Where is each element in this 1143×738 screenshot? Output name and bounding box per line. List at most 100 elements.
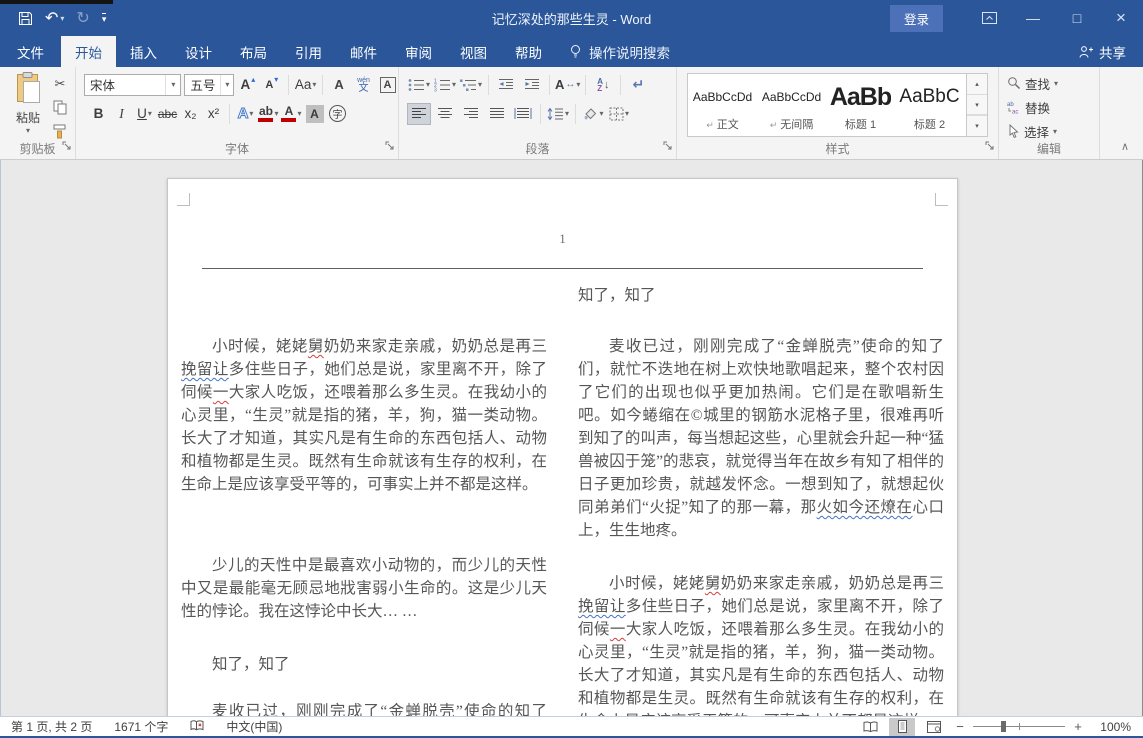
find-dropdown-icon: ▾	[1054, 79, 1058, 88]
subscript-button[interactable]: x₂	[180, 103, 201, 125]
styles-dialog-launcher[interactable]	[985, 139, 995, 154]
align-right-button[interactable]	[459, 103, 483, 125]
borders-button[interactable]: ▾	[607, 103, 631, 125]
distribute-button[interactable]	[511, 103, 535, 125]
paste-button[interactable]: 粘贴 ▾	[6, 72, 50, 135]
zoom-in-button[interactable]: +	[1071, 719, 1085, 734]
tab-layout[interactable]: 布局	[226, 36, 281, 67]
zoom-slider-thumb[interactable]	[1001, 721, 1006, 732]
language-indicator[interactable]: 中文(中国)	[215, 718, 293, 735]
web-layout-button[interactable]	[921, 718, 947, 736]
strikethrough-button[interactable]: abc	[157, 103, 178, 125]
tab-home[interactable]: 开始	[61, 36, 116, 67]
format-painter-button[interactable]	[50, 123, 70, 140]
proofing-status[interactable]	[179, 719, 215, 735]
font-size-combobox[interactable]: 五号 ▾	[184, 74, 234, 96]
title-bar: ↶▾ ↻ ▾ 记忆深处的那些生灵 - Word 登录 — □ ×	[0, 0, 1143, 36]
styles-scroll-up-button[interactable]: ▴	[967, 74, 987, 95]
align-left-button[interactable]	[407, 103, 431, 125]
tab-help[interactable]: 帮助	[501, 36, 556, 67]
paragraph-dialog-launcher[interactable]	[663, 139, 673, 154]
sign-in-button[interactable]: 登录	[890, 5, 943, 32]
justify-button[interactable]	[485, 103, 509, 125]
find-button[interactable]: 查找 ▾	[999, 72, 1099, 94]
cut-button[interactable]: ✂	[50, 75, 70, 92]
font-dialog-launcher[interactable]	[385, 139, 395, 154]
page-indicator[interactable]: 第 1 页, 共 2 页	[0, 718, 103, 735]
replace-button[interactable]: abac 替换	[999, 96, 1099, 118]
decrease-indent-button[interactable]	[494, 74, 518, 96]
undo-dropdown-icon: ▾	[60, 14, 64, 23]
show-hide-marks-button[interactable]: ↵	[626, 74, 650, 96]
bold-button[interactable]: B	[88, 103, 109, 125]
increase-indent-button[interactable]	[520, 74, 544, 96]
superscript-button[interactable]: x²	[203, 103, 224, 125]
grow-font-button[interactable]: A▴	[237, 74, 258, 96]
style-heading-1[interactable]: AaBb 标题 1	[826, 74, 895, 136]
tab-design[interactable]: 设计	[171, 36, 226, 67]
highlight-dropdown-icon: ▾	[274, 109, 278, 118]
tab-view[interactable]: 视图	[446, 36, 501, 67]
collapse-ribbon-button[interactable]: ∧	[1121, 140, 1129, 153]
bullets-button[interactable]: ▾	[407, 74, 431, 96]
character-border-button[interactable]: A	[377, 74, 398, 96]
change-case-button[interactable]: Aa▾	[295, 74, 316, 96]
numbering-button[interactable]: 123 ▾	[433, 74, 457, 96]
style-normal[interactable]: AaBbCcDd ↵ 正文	[688, 74, 757, 136]
tell-me-search[interactable]: 操作说明搜索	[556, 36, 683, 67]
share-button[interactable]: 共享	[1062, 36, 1143, 67]
zoom-out-button[interactable]: −	[953, 719, 967, 734]
editing-group: 查找 ▾ abac 替换 选择 ▾ 编辑	[999, 67, 1100, 159]
enclose-characters-button[interactable]: 字	[327, 103, 348, 125]
tab-review[interactable]: 审阅	[391, 36, 446, 67]
ribbon-filler: ∧	[1100, 67, 1143, 159]
find-label: 查找	[1025, 74, 1050, 93]
font-name-combobox[interactable]: 宋体 ▾	[84, 74, 181, 96]
align-center-button[interactable]	[433, 103, 457, 125]
font-color-button[interactable]: A▾	[281, 103, 302, 125]
print-layout-button[interactable]	[889, 718, 915, 736]
clipboard-dialog-launcher[interactable]	[62, 139, 72, 154]
highlight-button[interactable]: ab▾	[258, 103, 279, 125]
tab-references[interactable]: 引用	[281, 36, 336, 67]
tab-insert[interactable]: 插入	[116, 36, 171, 67]
read-mode-button[interactable]	[857, 718, 883, 736]
character-shading-button[interactable]: A	[304, 103, 325, 125]
styles-more-button[interactable]: ▾	[967, 115, 987, 136]
highlight-icon: ab	[258, 106, 273, 122]
styles-scroll-down-button[interactable]: ▾	[967, 95, 987, 116]
asian-layout-button[interactable]: A↔▾	[555, 74, 580, 96]
maximize-button[interactable]: □	[1055, 0, 1099, 36]
tab-file[interactable]: 文件	[0, 36, 61, 67]
close-button[interactable]: ×	[1099, 0, 1143, 36]
phonetic-guide-button[interactable]: wén文	[353, 74, 374, 96]
italic-button[interactable]: I	[111, 103, 132, 125]
shading-button[interactable]: ▾	[581, 103, 605, 125]
text-effects-button[interactable]: A▾	[235, 103, 256, 125]
right-column: 知了，知了 麦收已过，刚刚完成了“金蝉脱壳”使命的知了们，就忙不迭地在树上欢快地…	[578, 284, 944, 716]
copy-button[interactable]	[50, 99, 70, 116]
ribbon-display-options-button[interactable]	[967, 0, 1011, 36]
style-heading-2[interactable]: AaBbC 标题 2	[895, 74, 964, 136]
redo-button[interactable]: ↻	[76, 7, 89, 29]
select-button[interactable]: 选择 ▾	[999, 120, 1099, 142]
line-spacing-button[interactable]: ▾	[546, 103, 570, 125]
underline-button[interactable]: U▾	[134, 103, 155, 125]
save-icon[interactable]	[18, 7, 33, 29]
zoom-slider[interactable]	[973, 726, 1065, 727]
character-border-icon: A	[380, 77, 396, 93]
minimize-button[interactable]: —	[1011, 0, 1055, 36]
multilevel-list-button[interactable]: ▾	[459, 74, 483, 96]
shrink-font-button[interactable]: A▾	[261, 74, 282, 96]
word-count[interactable]: 1671 个字	[103, 718, 179, 735]
sort-button[interactable]: AZ↓	[591, 74, 615, 96]
tab-mailings[interactable]: 邮件	[336, 36, 391, 67]
dialog-launcher-icon	[985, 141, 995, 151]
document-area[interactable]: 1 小时候，姥姥舅奶奶来家走亲戚，奶奶总是再三挽留让多住些日子，她们总是说，家里…	[0, 160, 1143, 716]
style-no-spacing[interactable]: AaBbCcDd ↵ 无间隔	[757, 74, 826, 136]
zoom-level[interactable]: 100%	[1091, 720, 1131, 734]
clear-formatting-button[interactable]: A	[329, 74, 350, 96]
document-page[interactable]: 1 小时候，姥姥舅奶奶来家走亲戚，奶奶总是再三挽留让多住些日子，她们总是说，家里…	[167, 178, 958, 716]
undo-button[interactable]: ↶▾	[45, 7, 64, 29]
customize-qat-button[interactable]: ▾	[102, 7, 107, 29]
